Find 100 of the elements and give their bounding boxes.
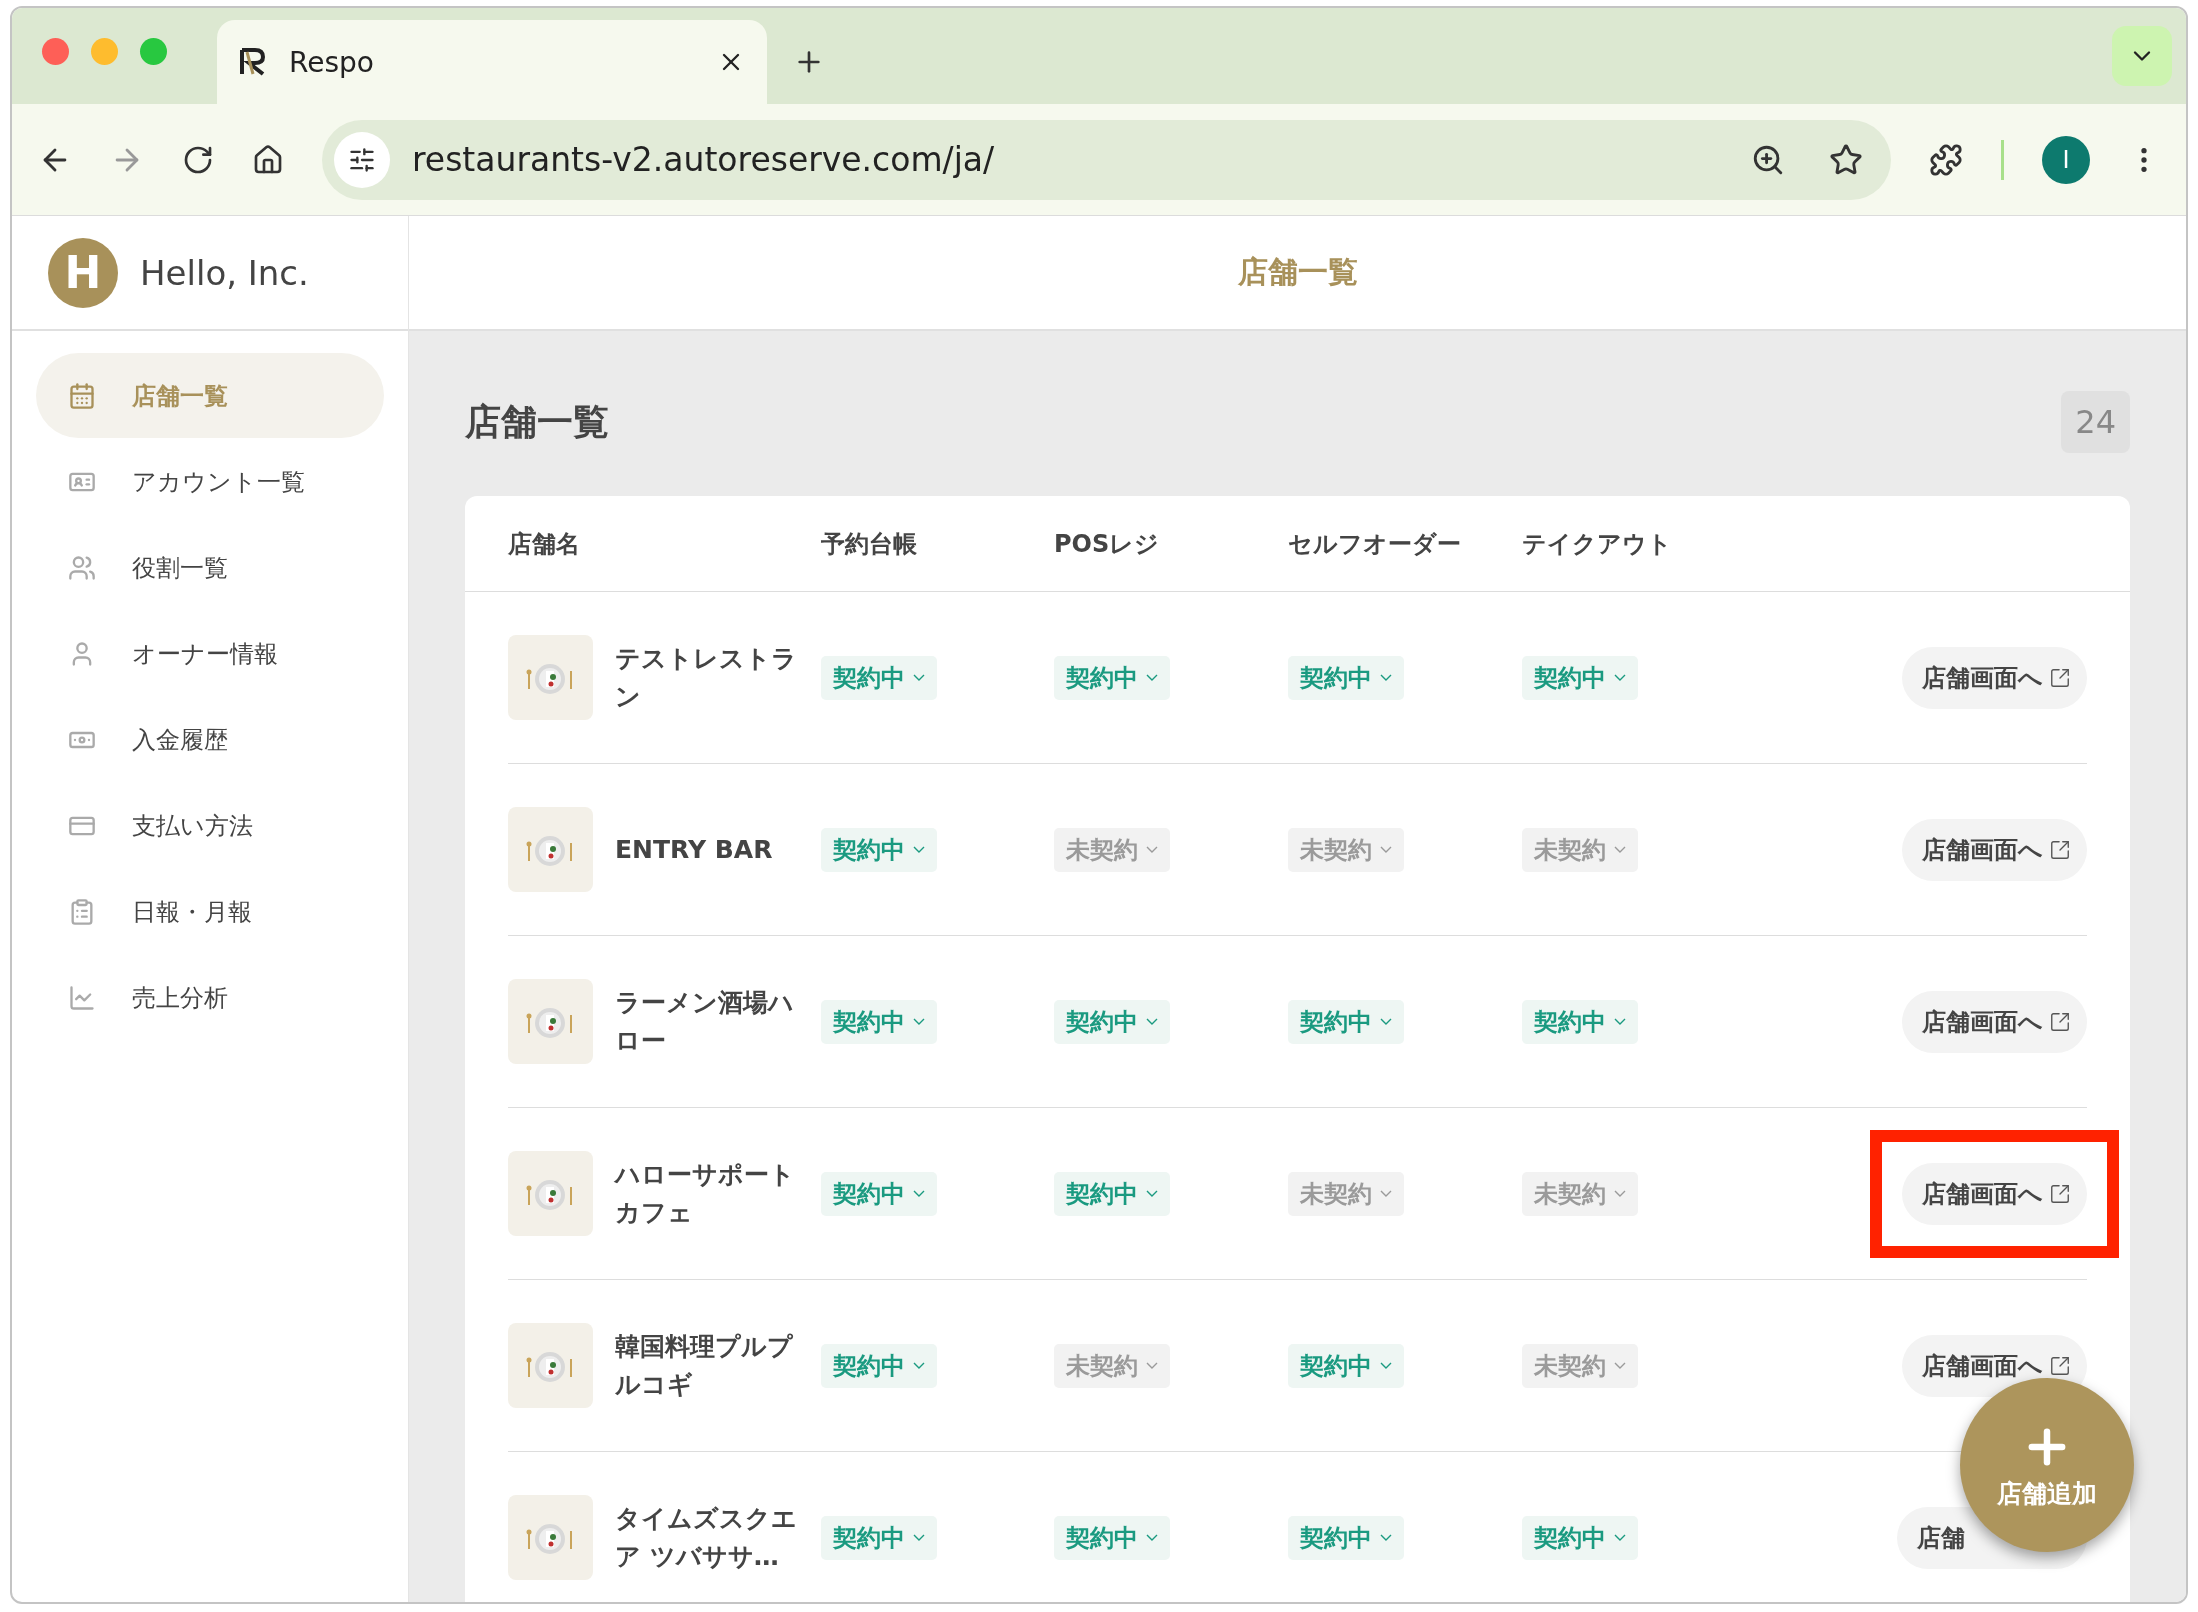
column-header: POSレジ <box>1054 528 1161 560</box>
contract-status-dropdown[interactable]: 未契約 <box>1054 827 1170 872</box>
contract-status-dropdown[interactable]: 未契約 <box>1522 1343 1638 1388</box>
site-settings-button[interactable] <box>334 131 390 188</box>
column-header: 店舗名 <box>508 528 581 560</box>
chevron-down-icon <box>1380 1018 1392 1025</box>
sidebar-item-label: 店舗一覧 <box>132 380 228 412</box>
chevron-down-icon <box>1380 674 1392 681</box>
chevron-down-icon <box>1614 1362 1626 1369</box>
store-name: テストレストラン <box>615 643 798 713</box>
contract-status-dropdown[interactable]: 契約中 <box>821 655 937 700</box>
sidebar-item[interactable]: 役割一覧 <box>36 525 384 610</box>
contract-status-dropdown[interactable]: 契約中 <box>1288 1343 1404 1388</box>
store-name: タイムズスクエア ツバササ… <box>615 1503 798 1573</box>
users-icon <box>68 553 96 582</box>
store-page-button[interactable]: 店舗画面へ <box>1902 1334 2087 1397</box>
contract-status-dropdown[interactable]: 契約中 <box>1288 655 1404 700</box>
column-header: セルフオーダー <box>1288 528 1462 560</box>
header-title: 店舗一覧 <box>1237 253 1358 291</box>
sidebar-item-label: 支払い方法 <box>132 810 253 842</box>
chevron-down-icon <box>1614 1190 1626 1197</box>
external-link-icon <box>2049 838 2071 861</box>
bookmark-star-icon[interactable] <box>1829 142 1863 177</box>
contract-status-dropdown[interactable]: 未契約 <box>1522 827 1638 872</box>
sidebar-item-label: オーナー情報 <box>132 638 278 670</box>
sidebar-item-label: 売上分析 <box>132 982 228 1014</box>
store-page-button[interactable]: 店舗画面へ <box>1902 646 2087 709</box>
store-name: ハローサポートカフェ <box>615 1159 796 1229</box>
chevron-down-icon <box>1146 1362 1158 1369</box>
column-header: テイクアウト <box>1522 528 1673 560</box>
chevron-down-icon <box>1380 1534 1392 1541</box>
chevron-down-icon <box>1146 1190 1158 1197</box>
sidebar-item[interactable]: 支払い方法 <box>36 783 384 868</box>
company-logo: H <box>48 237 118 308</box>
store-page-button[interactable]: 店舗画面へ <box>1902 1162 2087 1225</box>
contract-status-dropdown[interactable]: 契約中 <box>1054 655 1170 700</box>
contract-status-dropdown[interactable]: 契約中 <box>1054 999 1170 1044</box>
page-title: 店舗一覧 <box>465 399 609 444</box>
sidebar-item[interactable]: 売上分析 <box>36 955 384 1040</box>
contract-status-dropdown[interactable]: 契約中 <box>821 827 937 872</box>
store-name: ラーメン酒場ハロー <box>615 987 795 1057</box>
contract-status-dropdown[interactable]: 契約中 <box>1522 999 1638 1044</box>
contract-status-dropdown[interactable]: 未契約 <box>1288 827 1404 872</box>
chevron-down-icon <box>913 1362 925 1369</box>
contract-status-dropdown[interactable]: 契約中 <box>821 1515 937 1560</box>
sidebar-item[interactable]: アカウント一覧 <box>36 439 384 524</box>
calendar-icon <box>68 381 96 410</box>
contract-status-dropdown[interactable]: 契約中 <box>821 999 937 1044</box>
contract-status-dropdown[interactable]: 契約中 <box>1288 999 1404 1044</box>
external-link-icon <box>2049 1182 2071 1205</box>
store-page-button[interactable]: 店舗画面へ <box>1902 990 2087 1053</box>
chevron-down-icon <box>1380 846 1392 853</box>
store-count: 24 <box>2061 391 2130 453</box>
contract-status-dropdown[interactable]: 契約中 <box>1054 1171 1170 1216</box>
chevron-down-icon <box>1614 1534 1626 1541</box>
chevron-down-icon <box>1146 846 1158 853</box>
chevron-down-icon <box>913 1534 925 1541</box>
chevron-down-icon <box>1380 1362 1392 1369</box>
chevron-down-icon <box>1614 1018 1626 1025</box>
browser-tab[interactable]: Respo <box>217 20 767 104</box>
chevron-down-icon <box>1614 846 1626 853</box>
sidebar-item[interactable]: 店舗一覧 <box>36 353 384 438</box>
contract-status-dropdown[interactable]: 契約中 <box>821 1343 937 1388</box>
sidebar-item-label: 日報・月報 <box>132 896 252 928</box>
contract-status-dropdown[interactable]: 未契約 <box>1054 1343 1170 1388</box>
chevron-down-icon <box>913 1190 925 1197</box>
external-link-icon <box>2049 1354 2071 1377</box>
sidebar-item[interactable]: オーナー情報 <box>36 611 384 696</box>
contract-status-dropdown[interactable]: 契約中 <box>1054 1515 1170 1560</box>
chevron-down-icon <box>1380 1190 1392 1197</box>
sidebar-item-label: 入金履歴 <box>132 724 228 756</box>
sidebar-item[interactable]: 入金履歴 <box>36 697 384 782</box>
contract-status-dropdown[interactable]: 契約中 <box>1522 1515 1638 1560</box>
url-text: restaurants-v2.autoreserve.com/ja/ <box>412 140 996 179</box>
address-bar[interactable]: restaurants-v2.autoreserve.com/ja/ <box>322 119 1891 200</box>
company-name: Hello, Inc. <box>140 252 309 293</box>
contract-status-dropdown[interactable]: 契約中 <box>1288 1515 1404 1560</box>
profile-avatar[interactable]: I <box>2042 135 2090 184</box>
line-chart-icon <box>68 983 96 1012</box>
chevron-down-icon <box>1146 1018 1158 1025</box>
chevron-down-icon <box>1614 674 1626 681</box>
external-link-icon <box>2049 1010 2071 1033</box>
contract-status-dropdown[interactable]: 契約中 <box>821 1171 937 1216</box>
chevron-down-icon <box>1146 674 1158 681</box>
column-header: 予約台帳 <box>821 528 918 560</box>
tab-title: Respo <box>289 45 375 79</box>
chevron-down-icon <box>1146 1534 1158 1541</box>
contract-status-dropdown[interactable]: 契約中 <box>1522 655 1638 700</box>
sliders-icon <box>348 145 376 174</box>
chevron-down-icon <box>913 846 925 853</box>
extensions-icon[interactable] <box>1929 142 1963 177</box>
chevron-down-icon <box>913 674 925 681</box>
external-link-icon <box>2049 666 2071 689</box>
contract-status-dropdown[interactable]: 未契約 <box>1522 1171 1638 1216</box>
contract-status-dropdown[interactable]: 未契約 <box>1288 1171 1404 1216</box>
chevron-down-icon <box>913 1018 925 1025</box>
store-name: 韓国料理プルプルコギ <box>615 1331 794 1401</box>
store-page-button[interactable]: 店舗画面へ <box>1902 818 2087 881</box>
home-icon[interactable] <box>252 143 284 176</box>
sidebar-item[interactable]: 日報・月報 <box>36 869 384 954</box>
